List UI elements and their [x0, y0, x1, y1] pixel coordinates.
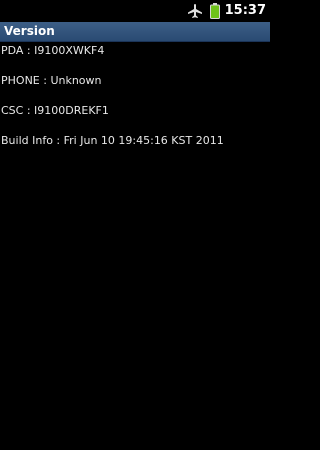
title-bar: Version — [0, 22, 270, 42]
build-info-text: Build Info : Fri Jun 10 19:45:16 KST 201… — [1, 134, 224, 147]
battery-icon — [210, 3, 220, 19]
clock: 15:37 — [224, 3, 266, 18]
page-title: Version — [4, 24, 55, 38]
csc-version-text: CSC : I9100DREKF1 — [1, 104, 109, 117]
phone-version-text: PHONE : Unknown — [1, 74, 102, 87]
status-bar: 15:37 — [0, 0, 270, 22]
pda-version-text: PDA : I9100XWKF4 — [1, 44, 105, 57]
airplane-mode-icon — [187, 3, 203, 19]
